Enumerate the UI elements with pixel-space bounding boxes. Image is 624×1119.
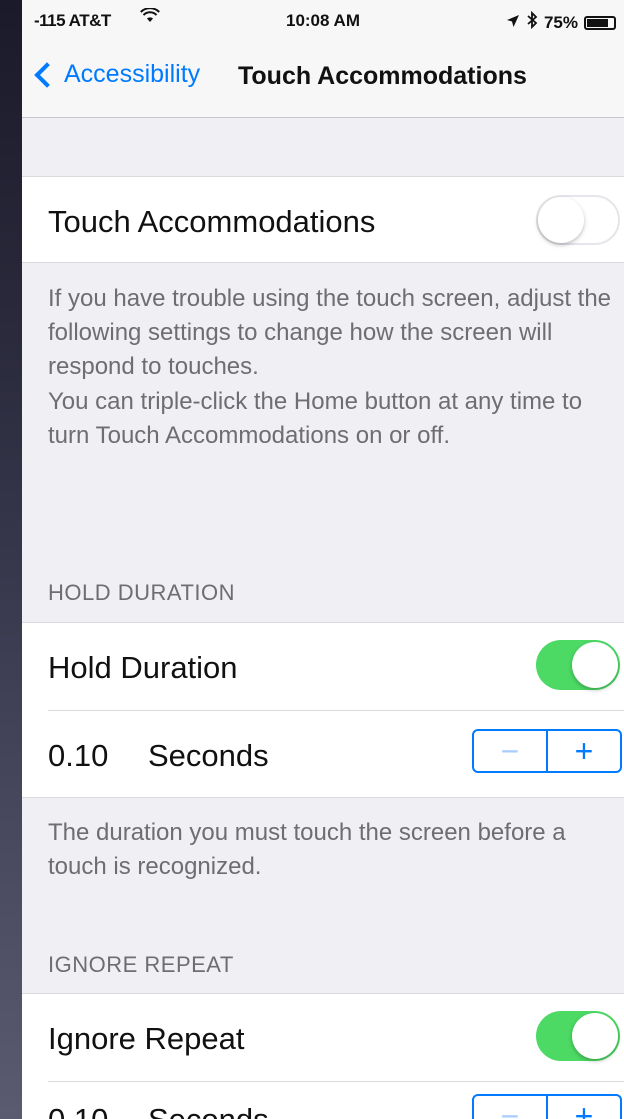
status-right-group: 75% xyxy=(506,10,616,34)
ignore-repeat-stepper: − + xyxy=(472,1094,622,1119)
row-divider xyxy=(48,710,624,711)
hold-duration-unit: Seconds xyxy=(148,738,269,773)
ignore-repeat-header: IGNORE REPEAT xyxy=(48,952,234,977)
description-paragraph-1: If you have trouble using the touch scre… xyxy=(48,285,612,380)
hold-duration-header: HOLD DURATION xyxy=(48,580,235,605)
chevron-left-icon xyxy=(34,61,60,88)
ignore-repeat-group: Ignore Repeat 0.10 Seconds − + xyxy=(22,993,624,1119)
decrement-button[interactable]: − xyxy=(474,731,548,771)
hold-duration-switch[interactable] xyxy=(536,640,620,690)
touch-accommodations-cell: Touch Accommodations xyxy=(22,176,624,263)
page-title: Touch Accommodations xyxy=(238,62,527,90)
battery-icon xyxy=(584,15,616,30)
back-label: Accessibility xyxy=(64,60,201,88)
switch-knob xyxy=(572,642,618,688)
ignore-repeat-unit: Seconds xyxy=(148,1102,269,1119)
switch-knob xyxy=(538,197,584,243)
increment-button[interactable]: + xyxy=(548,731,620,771)
decrement-button[interactable]: − xyxy=(474,1096,548,1119)
hold-duration-label: Hold Duration xyxy=(48,650,238,685)
touch-accommodations-label: Touch Accommodations xyxy=(48,204,376,239)
hold-duration-stepper: − + xyxy=(472,729,622,773)
status-bar: -115 AT&T 10:08 AM 75% xyxy=(22,0,624,40)
switch-knob xyxy=(572,1013,618,1059)
hold-duration-value: 0.10 xyxy=(48,738,109,773)
hold-duration-group: Hold Duration 0.10 Seconds − + xyxy=(22,622,624,798)
hold-duration-footer: The duration you must touch the screen b… xyxy=(48,819,566,880)
ignore-repeat-value: 0.10 xyxy=(48,1102,108,1119)
touch-accommodations-switch[interactable] xyxy=(536,195,620,245)
ignore-repeat-label: Ignore Repeat xyxy=(48,1021,245,1056)
increment-button[interactable]: + xyxy=(548,1096,620,1119)
bluetooth-icon xyxy=(526,10,538,34)
navigation-bar: Accessibility Touch Accommodations xyxy=(22,40,624,118)
ignore-repeat-switch[interactable] xyxy=(536,1011,620,1061)
battery-percent: 75% xyxy=(543,12,578,32)
settings-screen: -115 AT&T 10:08 AM 75% Accessibility Tou… xyxy=(22,0,624,1119)
row-divider xyxy=(48,1081,624,1082)
back-button[interactable]: Accessibility xyxy=(32,60,200,89)
location-arrow-icon xyxy=(506,13,520,33)
description-paragraph-2: You can triple-click the Home button at … xyxy=(48,388,583,449)
